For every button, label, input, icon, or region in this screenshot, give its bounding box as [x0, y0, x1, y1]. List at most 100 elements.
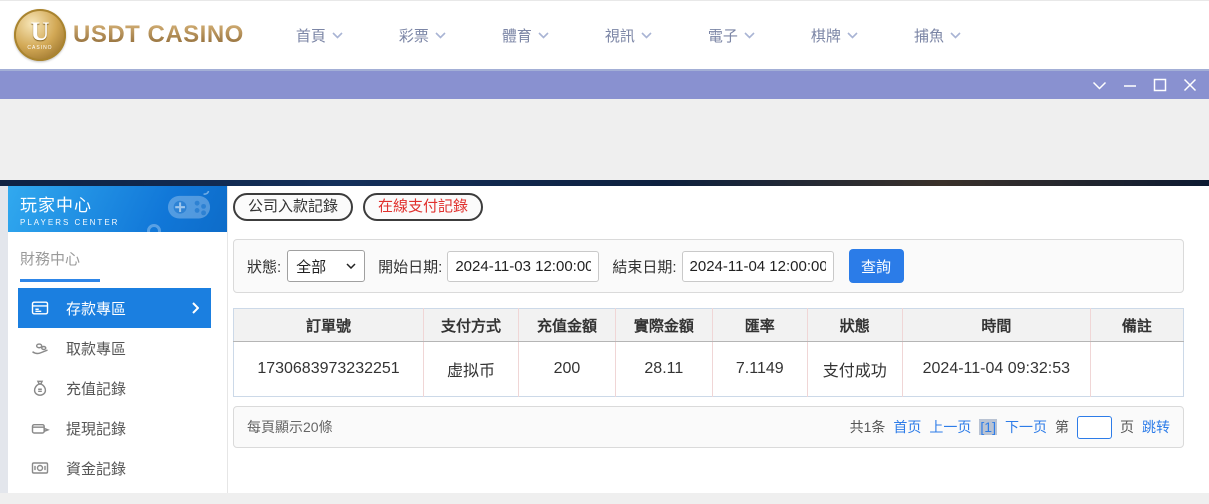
chevron-down-icon: [332, 31, 343, 39]
sidebar-menu: 存款專區 取款專區 充值記錄 提現記錄 資金記錄: [8, 288, 227, 488]
end-date-input[interactable]: [681, 250, 834, 282]
gamepad-icon: [167, 191, 211, 219]
chevron-down-icon[interactable]: [1092, 81, 1107, 90]
sidebar-item-withdraw[interactable]: 取款專區: [18, 328, 211, 368]
status-select-value: 全部: [296, 258, 327, 276]
content-area: 玩家中心 PLAYERS CENTER 財務中心 存款專區 取款專區 充值記錄 …: [0, 186, 1209, 493]
cell-order-no: 1730683973232251: [233, 341, 424, 397]
nav-item-cards[interactable]: 棋牌: [811, 25, 858, 46]
wallet-out-icon: [31, 423, 50, 434]
main-nav: 首頁 彩票 體育 視訊 電子 棋牌 捕魚: [296, 25, 961, 46]
header-real-amount: 實際金額: [615, 308, 713, 342]
logo-sub-text: CASINO: [27, 44, 53, 51]
nav-label: 電子: [707, 27, 738, 45]
chevron-down-icon: [346, 263, 356, 269]
start-date-input[interactable]: [447, 250, 600, 282]
pagination: 共1条 首页 上一页 [1] 下一页 第 页 跳转: [850, 415, 1170, 439]
nav-label: 彩票: [398, 27, 429, 45]
nav-item-live[interactable]: 視訊: [605, 25, 652, 46]
sidebar-item-deposit[interactable]: 存款專區: [18, 288, 211, 328]
sidebar-item-label: 存款專區: [66, 300, 127, 318]
bottom-strip: [0, 493, 1209, 504]
banknote-icon: [31, 462, 49, 474]
nav-item-sports[interactable]: 體育: [502, 25, 549, 46]
logo-letter: U: [30, 16, 50, 46]
header-rate: 匯率: [712, 308, 808, 342]
sidebar-item-label: 取款專區: [66, 340, 127, 358]
main-panel: 公司入款記錄 在線支付記錄 狀態: 全部 開始日期: 結束日期: 查詢 訂單號: [228, 186, 1209, 493]
nav-label: 捕魚: [913, 27, 944, 45]
nav-label: 棋牌: [810, 27, 841, 45]
logo-ball-icon: U CASINO: [14, 9, 66, 61]
top-header: U CASINO USDT CASINO 首頁 彩票 體育 視訊 電子 棋牌 捕…: [0, 0, 1209, 71]
prev-page-link[interactable]: 上一页: [929, 417, 971, 437]
start-date-label: 開始日期:: [378, 258, 443, 276]
chevron-right-icon: [192, 302, 199, 314]
header-order-no: 訂單號: [233, 308, 424, 342]
end-date-label: 結束日期:: [612, 258, 677, 276]
sidebar-item-label: 充值記錄: [66, 380, 127, 398]
current-page-indicator[interactable]: [1]: [979, 419, 997, 435]
sidebar-item-label: 提現記錄: [66, 420, 127, 438]
header-spacer: [0, 99, 1209, 180]
cell-time: 2024-11-04 09:32:53: [902, 341, 1091, 397]
chevron-down-icon: [435, 31, 446, 39]
next-page-link[interactable]: 下一页: [1005, 417, 1047, 437]
nav-item-slots[interactable]: 電子: [708, 25, 755, 46]
withdraw-hand-icon: [32, 343, 48, 355]
brand-logo: U CASINO USDT CASINO: [14, 9, 244, 61]
sidebar-item-withdraw-records[interactable]: 提現記錄: [18, 408, 211, 448]
status-select[interactable]: 全部: [287, 250, 366, 282]
search-button[interactable]: 查詢: [848, 249, 904, 283]
chevron-down-icon: [538, 31, 549, 39]
chevron-down-icon: [847, 31, 858, 39]
tab-online-payment-records[interactable]: 在線支付記錄: [363, 193, 484, 221]
cell-note: [1090, 341, 1184, 397]
page-jump-input[interactable]: [1077, 415, 1112, 439]
cell-amount: 200: [518, 341, 616, 397]
jump-suffix-label: 页: [1120, 419, 1134, 435]
header-note: 備註: [1090, 308, 1184, 342]
jump-action-link[interactable]: 跳转: [1142, 417, 1170, 437]
status-label: 狀態:: [247, 258, 282, 276]
minimize-icon[interactable]: [1123, 78, 1137, 92]
nav-label: 體育: [501, 27, 532, 45]
nav-item-lottery[interactable]: 彩票: [399, 25, 446, 46]
brand-name: USDT CASINO: [73, 21, 244, 48]
sidebar-section-title: 財務中心: [20, 251, 81, 268]
cell-status: 支付成功: [807, 341, 903, 397]
moneybag-icon: [33, 380, 47, 396]
tab-company-deposit-records[interactable]: 公司入款記錄: [233, 193, 354, 221]
nav-item-home[interactable]: 首頁: [296, 25, 343, 46]
decor-ring-icon: [147, 224, 161, 232]
sidebar-header: 玩家中心 PLAYERS CENTER: [8, 186, 227, 232]
nav-item-fishing[interactable]: 捕魚: [914, 25, 961, 46]
maximize-icon[interactable]: [1153, 78, 1167, 92]
cell-pay-method: 虚拟币: [423, 341, 519, 397]
records-table: 訂單號 支付方式 充值金額 實際金額 匯率 狀態 時間 備註 173068397…: [233, 308, 1184, 397]
chevron-down-icon: [641, 31, 652, 39]
header-time: 時間: [902, 308, 1091, 342]
chevron-down-icon: [744, 31, 755, 39]
sidebar: 玩家中心 PLAYERS CENTER 財務中心 存款專區 取款專區 充值記錄 …: [8, 186, 228, 493]
sidebar-item-recharge-records[interactable]: 充值記錄: [18, 368, 211, 408]
nav-label: 首頁: [295, 27, 326, 45]
header-amount: 充值金額: [518, 308, 616, 342]
header-pay-method: 支付方式: [423, 308, 519, 342]
close-icon[interactable]: [1183, 78, 1197, 92]
cell-real-amount: 28.11: [615, 341, 713, 397]
table-footer: 每頁顯示20條 共1条 首页 上一页 [1] 下一页 第 页 跳转: [233, 406, 1184, 448]
page-size-text: 每頁顯示20條: [247, 419, 333, 435]
first-page-link[interactable]: 首页: [893, 417, 921, 437]
window-title-bar: [0, 71, 1209, 99]
table-row: 1730683973232251 虚拟币 200 28.11 7.1149 支付…: [233, 341, 1184, 397]
nav-label: 視訊: [604, 27, 635, 45]
app-window: U CASINO USDT CASINO 首頁 彩票 體育 視訊 電子 棋牌 捕…: [0, 0, 1209, 504]
sidebar-item-label: 資金記錄: [66, 460, 127, 478]
jump-prefix-label: 第: [1055, 419, 1069, 435]
section-underline: [20, 279, 100, 282]
table-header-row: 訂單號 支付方式 充值金額 實際金額 匯率 狀態 時間 備註: [233, 308, 1184, 342]
filter-bar: 狀態: 全部 開始日期: 結束日期: 查詢: [233, 239, 1184, 293]
sidebar-item-fund-records[interactable]: 資金記錄: [18, 448, 211, 488]
chevron-down-icon: [950, 31, 961, 39]
